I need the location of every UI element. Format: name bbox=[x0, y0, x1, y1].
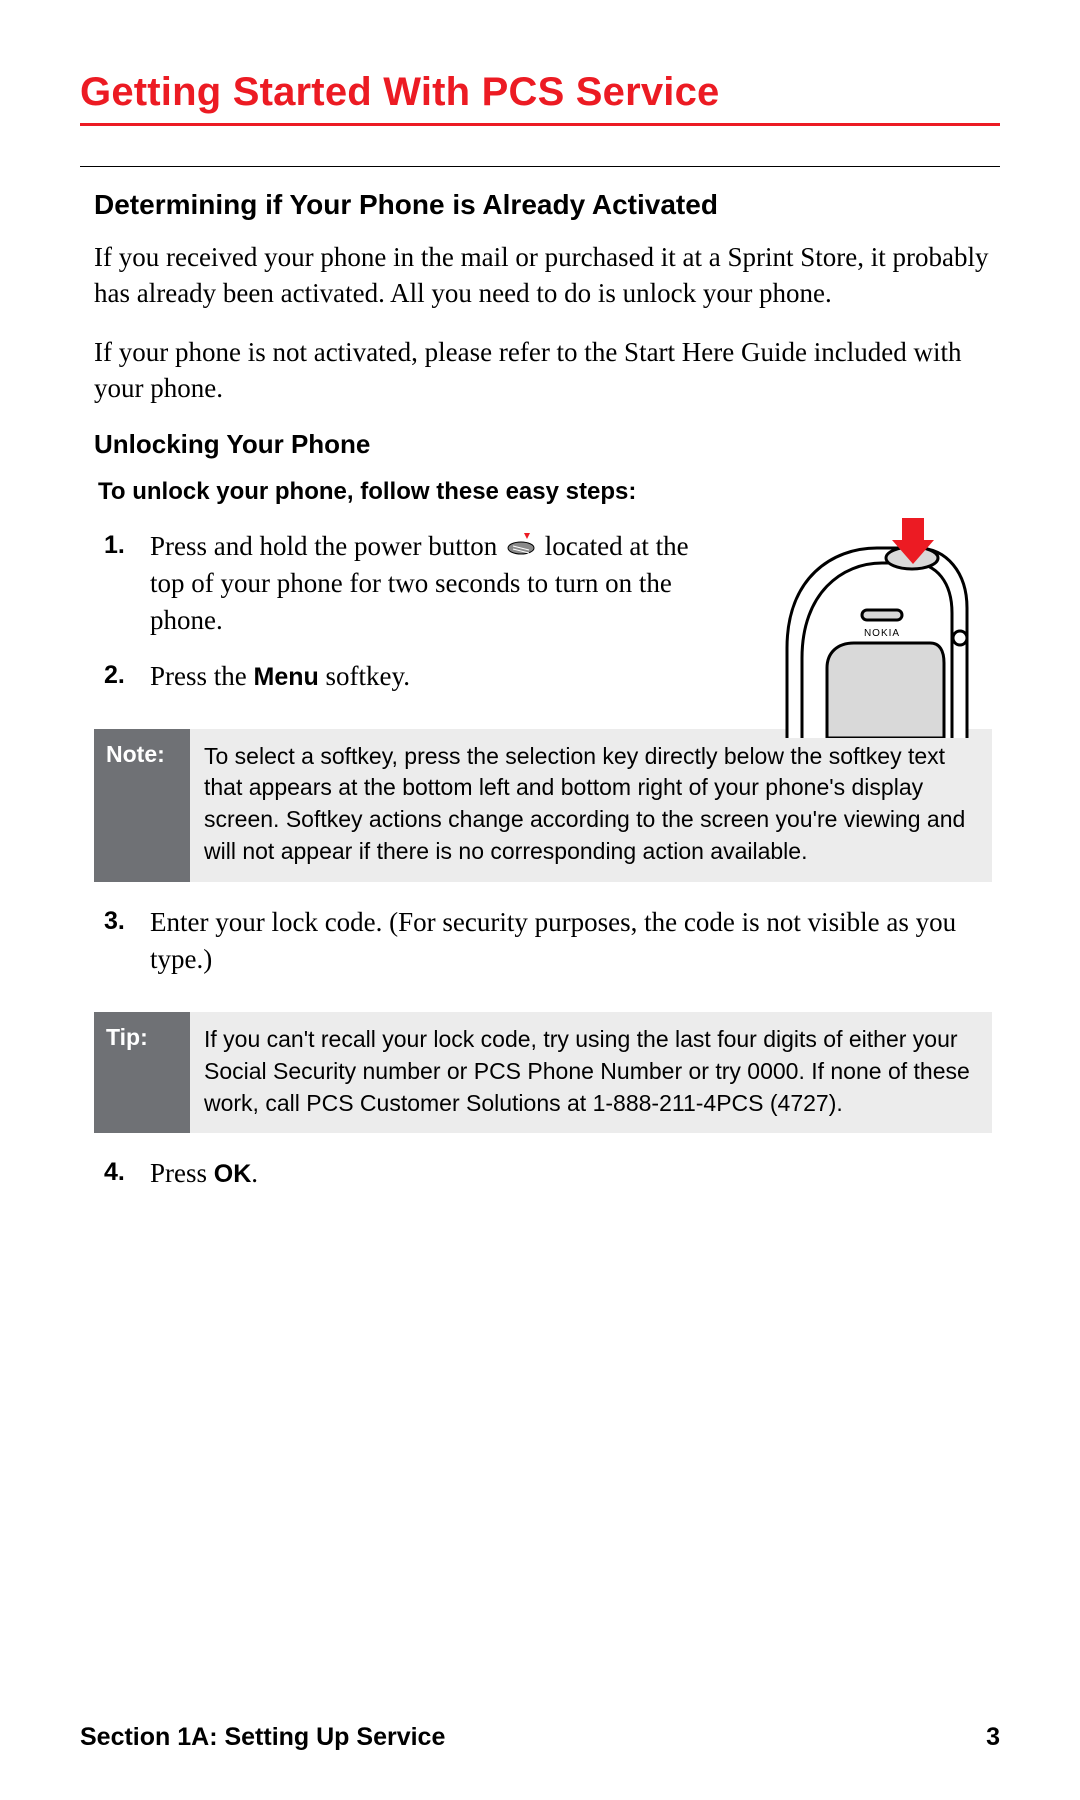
steps-wrap: NOKIA Press and hold the power button bbox=[94, 528, 992, 713]
body-block: Determining if Your Phone is Already Act… bbox=[80, 189, 1000, 1211]
step-text: Press the bbox=[150, 661, 254, 691]
paragraph: If you received your phone in the mail o… bbox=[94, 239, 992, 312]
step-text: Enter your lock code. (For security purp… bbox=[150, 907, 956, 974]
steps-list: Press and hold the power button located … bbox=[94, 528, 992, 713]
tip-body: If you can't recall your lock code, try … bbox=[190, 1012, 992, 1133]
note-body: To select a softkey, press the selection… bbox=[190, 729, 992, 882]
steps-list-cont2: Press OK. bbox=[94, 1155, 992, 1210]
tip-label: Tip: bbox=[94, 1012, 190, 1133]
title-rule bbox=[80, 123, 1000, 126]
step-text: . bbox=[251, 1158, 258, 1188]
step-text: Press bbox=[150, 1158, 214, 1188]
note-callout: Note: To select a softkey, press the sel… bbox=[94, 729, 992, 882]
menu-softkey-label: Menu bbox=[254, 663, 319, 691]
ok-label: OK bbox=[214, 1160, 252, 1188]
footer-section: Section 1A: Setting Up Service bbox=[80, 1723, 445, 1752]
page-title: Getting Started With PCS Service bbox=[80, 70, 1000, 115]
step-3: Enter your lock code. (For security purp… bbox=[104, 904, 992, 997]
steps-list-cont: Enter your lock code. (For security purp… bbox=[94, 904, 992, 997]
steps-intro: To unlock your phone, follow these easy … bbox=[98, 478, 992, 506]
step-text: Press and hold the power button bbox=[150, 531, 504, 561]
heading-unlocking-phone: Unlocking Your Phone bbox=[94, 429, 992, 460]
power-button-icon bbox=[506, 528, 536, 550]
step-4: Press OK. bbox=[104, 1155, 992, 1210]
step-1: Press and hold the power button located … bbox=[104, 528, 992, 658]
footer-page-number: 3 bbox=[986, 1723, 1000, 1752]
step-text: softkey. bbox=[319, 661, 410, 691]
tip-callout: Tip: If you can't recall your lock code,… bbox=[94, 1012, 992, 1133]
sub-rule bbox=[80, 166, 1000, 167]
page-footer: Section 1A: Setting Up Service 3 bbox=[80, 1723, 1000, 1752]
paragraph: If your phone is not activated, please r… bbox=[94, 334, 992, 407]
manual-page: Getting Started With PCS Service Determi… bbox=[0, 0, 1080, 1800]
heading-determining-activated: Determining if Your Phone is Already Act… bbox=[94, 189, 992, 221]
step-2: Press the Menu softkey. bbox=[104, 658, 992, 713]
note-label: Note: bbox=[94, 729, 190, 882]
